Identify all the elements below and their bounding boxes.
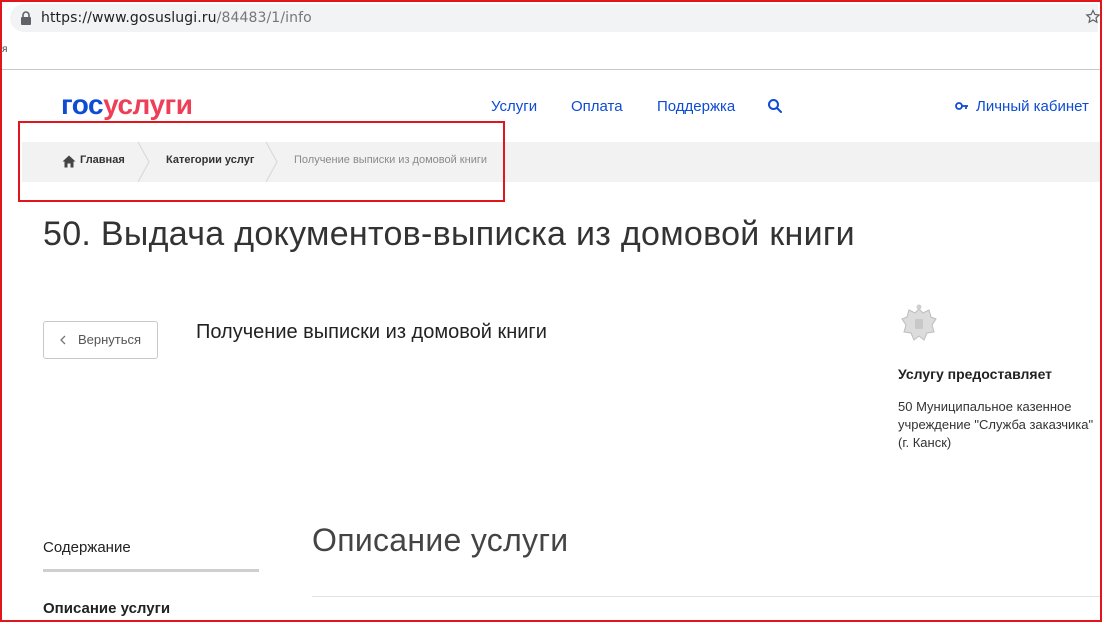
provider-name-line: (г. Канск) (898, 435, 952, 450)
page-title: 50. Выдача документов-выписка из домовой… (43, 215, 855, 253)
coat-of-arms-icon (901, 304, 937, 341)
nav-support[interactable]: Поддержка (657, 98, 735, 115)
back-button-label: Вернуться (78, 332, 142, 347)
section-divider (312, 596, 1102, 597)
section-title: Описание услуги (312, 522, 569, 558)
search-icon[interactable] (767, 98, 783, 114)
contents-item-description[interactable]: Описание услуги (43, 600, 170, 617)
logo-part-uslugi: услуги (103, 89, 193, 120)
provider-name-line: 50 Муниципальное казенное (898, 399, 1072, 414)
back-button[interactable]: Вернуться (43, 321, 158, 359)
browser-address-bar: https://www.gosuslugi.ru/84483/1/info (0, 0, 1102, 36)
lock-icon (21, 11, 31, 25)
nav-services[interactable]: Услуги (491, 98, 537, 115)
url-path: /84483/1/info (216, 10, 312, 26)
key-icon (955, 102, 968, 110)
toolbar-divider (0, 69, 1102, 70)
provider-name-line: учреждение "Служба заказчика" (898, 417, 1094, 432)
gosuslugi-logo[interactable]: госуслуги (61, 88, 193, 122)
contents-heading: Содержание (43, 539, 131, 556)
url-host: https://www.gosuslugi.ru (41, 10, 217, 26)
provider-heading: Услугу предоставляет (898, 366, 1053, 382)
url-text[interactable]: https://www.gosuslugi.ru/84483/1/info (41, 10, 312, 26)
provider-name: 50 Муниципальное казенное учреждение "Сл… (898, 398, 1102, 452)
personal-cabinet-link[interactable]: Личный кабинет (976, 98, 1089, 115)
red-highlight-box (18, 121, 505, 202)
service-subtitle: Получение выписки из домовой книги (196, 321, 547, 343)
logo-part-gos: гос (61, 89, 104, 120)
bookmark-bar-fragment[interactable]: я (2, 44, 7, 55)
nav-payment[interactable]: Оплата (571, 98, 623, 115)
contents-underline (43, 569, 259, 572)
bookmark-star-icon[interactable] (1085, 9, 1101, 25)
chevron-left-icon (60, 335, 66, 345)
